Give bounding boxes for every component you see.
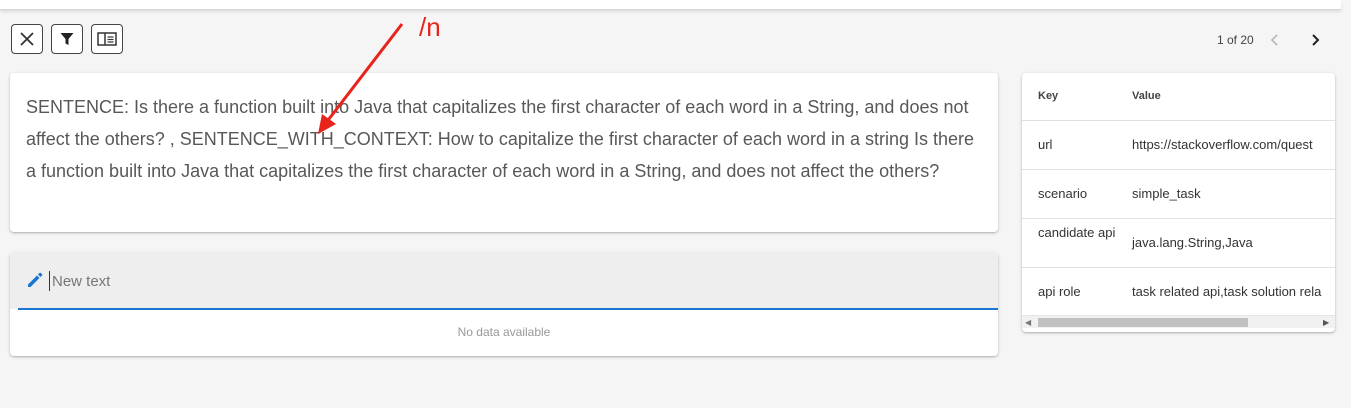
chevron-left-icon (1270, 34, 1278, 46)
chevron-right-icon (1312, 34, 1320, 46)
row-key: api role (1038, 284, 1081, 299)
scroll-right-arrow-icon[interactable]: ▶ (1323, 318, 1329, 327)
filter-icon (60, 33, 74, 45)
row-value: java.lang.String,Java (1132, 235, 1253, 250)
top-app-bar (0, 0, 1341, 10)
close-icon (20, 32, 34, 46)
empty-state-message: No data available (457, 325, 551, 339)
table-header-row: Key Value (1022, 73, 1335, 121)
table-row: api role task related api,task solution … (1022, 268, 1335, 317)
metadata-table-card: Key Value url https://stackoverflow.com/… (1022, 73, 1335, 332)
key-column-header[interactable]: Key (1038, 90, 1128, 102)
scroll-left-arrow-icon[interactable]: ◀ (1025, 318, 1031, 327)
close-button[interactable] (11, 24, 43, 54)
sentence-text: SENTENCE: Is there a function built into… (26, 97, 975, 181)
annotation-label: /n (419, 12, 441, 42)
text-caret (49, 271, 50, 291)
scrollbar-thumb[interactable] (1038, 318, 1248, 327)
row-value: simple_task (1132, 186, 1201, 201)
side-panel-icon (97, 32, 117, 46)
new-text-card: No data available (10, 253, 998, 356)
input-focus-underline (18, 308, 998, 310)
pager-label: 1 of 20 (1217, 33, 1254, 47)
row-value: https://stackoverflow.com/quest (1132, 137, 1313, 152)
row-key: candidate api (1038, 225, 1116, 240)
new-text-input[interactable] (50, 267, 954, 295)
new-text-field[interactable] (10, 253, 998, 309)
horizontal-scrollbar[interactable]: ◀ ▶ (1022, 315, 1335, 328)
next-page-button[interactable] (1306, 31, 1324, 49)
table-row: scenario simple_task (1022, 170, 1335, 219)
row-key: url (1038, 137, 1053, 152)
sentence-card: SENTENCE: Is there a function built into… (10, 73, 998, 232)
row-value: task related api,task solution rela (1132, 284, 1322, 299)
table-row: url https://stackoverflow.com/quest (1022, 121, 1335, 170)
previous-page-button[interactable] (1266, 31, 1284, 49)
table-row: candidate api java.lang.String,Java (1022, 219, 1335, 268)
metadata-table: Key Value url https://stackoverflow.com/… (1022, 73, 1335, 317)
value-column-header[interactable]: Value (1132, 90, 1161, 102)
row-key: scenario (1038, 186, 1088, 201)
pencil-icon (28, 272, 43, 287)
filter-button[interactable] (51, 24, 83, 54)
toggle-panel-button[interactable] (91, 24, 123, 54)
